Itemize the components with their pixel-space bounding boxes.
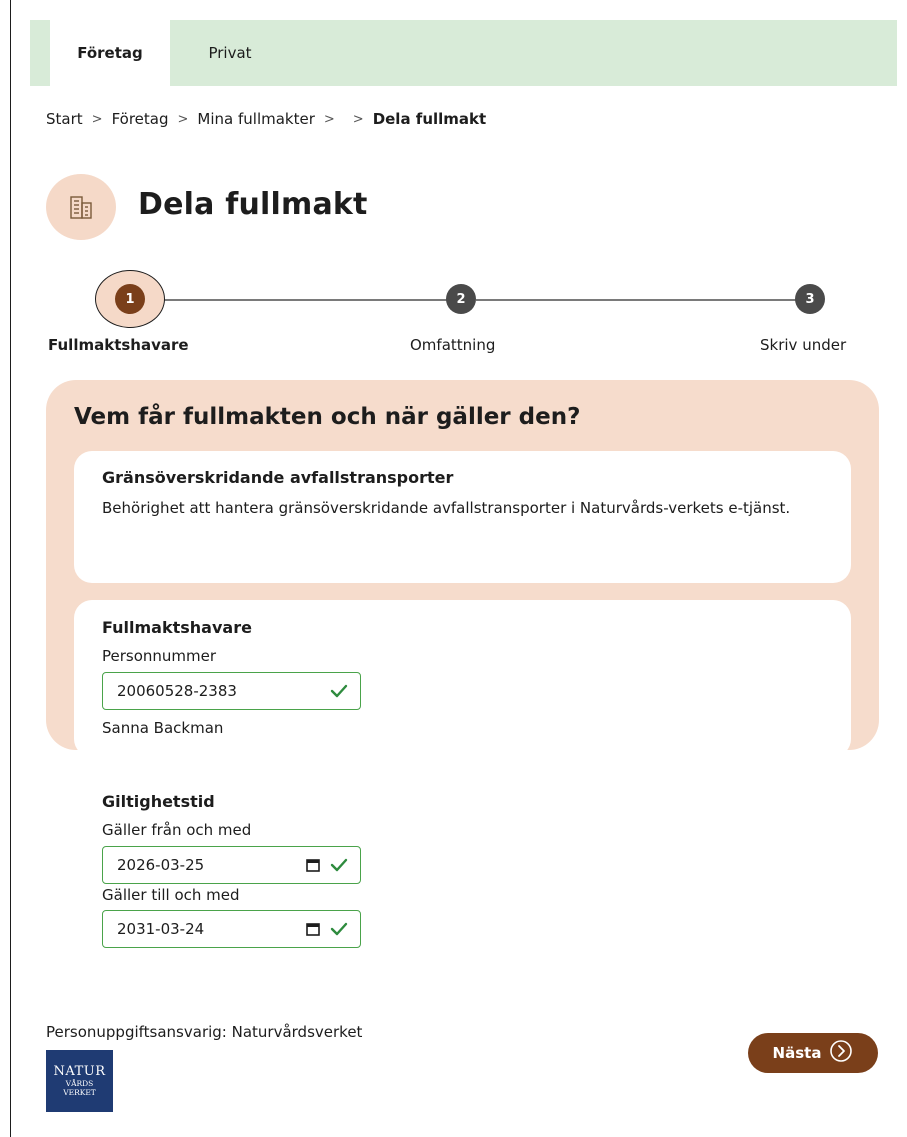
breadcrumb-separator-icon: >: [177, 111, 189, 127]
tab-privat-label: Privat: [208, 44, 252, 62]
tab-foretag-label: Företag: [77, 44, 143, 62]
step-3-label: Skriv under: [760, 336, 847, 354]
valid-to-date-input[interactable]: 2031-03-24: [102, 910, 361, 948]
step-2-circle: 2: [446, 284, 476, 314]
breadcrumb-separator-icon: >: [323, 111, 335, 127]
personnummer-value: 20060528-2383: [117, 682, 237, 700]
step-1-label: Fullmaktshavare: [48, 336, 189, 354]
calendar-icon[interactable]: [306, 922, 320, 936]
step-1-circle: 1: [115, 284, 145, 314]
personnummer-input[interactable]: 20060528-2383: [102, 672, 361, 710]
valid-to-label: Gäller till och med: [102, 886, 240, 904]
breadcrumb-separator-icon: >: [91, 111, 103, 127]
calendar-icon[interactable]: [306, 858, 320, 872]
breadcrumb-current: Dela fullmakt: [372, 110, 487, 128]
breadcrumb-foretag[interactable]: Företag: [112, 110, 169, 128]
valid-to-value: 2031-03-24: [117, 920, 205, 938]
next-button-label: Nästa: [772, 1044, 822, 1062]
naturvardsverket-logo: NATUR VÅRDS VERKET: [46, 1050, 113, 1112]
holder-title: Fullmaktshavare: [102, 618, 252, 637]
valid-from-value: 2026-03-25: [117, 856, 205, 874]
tab-foretag[interactable]: Företag: [50, 20, 170, 86]
validity-title: Giltighetstid: [102, 792, 215, 811]
personnummer-label: Personnummer: [102, 647, 217, 665]
valid-from-label: Gäller från och med: [102, 821, 252, 839]
breadcrumb-separator-icon: >: [352, 111, 364, 127]
stepper-connector: [476, 299, 798, 301]
check-icon: [330, 684, 348, 698]
check-icon: [330, 922, 348, 936]
valid-from-date-input[interactable]: 2026-03-25: [102, 846, 361, 884]
permission-title: Gränsöverskridande avfallstransporter: [102, 468, 454, 487]
breadcrumb-start[interactable]: Start: [46, 110, 83, 128]
top-tab-bar: Företag Privat: [30, 20, 897, 86]
next-button[interactable]: Nästa: [748, 1033, 878, 1073]
step-2-label: Omfattning: [410, 336, 496, 354]
stepper-connector: [160, 299, 450, 301]
permission-description: Behörighet att hantera gränsöverskridand…: [102, 499, 791, 517]
page-title: Dela fullmakt: [138, 187, 368, 222]
form-heading: Vem får fullmakten och när gäller den?: [74, 404, 581, 430]
breadcrumb: Start > Företag > Mina fullmakter > > De…: [46, 110, 486, 128]
data-controller-text: Personuppgiftsansvarig: Naturvårdsverket: [46, 1023, 363, 1041]
tab-privat[interactable]: Privat: [190, 20, 270, 86]
step-3-circle: 3: [795, 284, 825, 314]
check-icon: [330, 858, 348, 872]
breadcrumb-mina-fullmakter[interactable]: Mina fullmakter: [197, 110, 314, 128]
chevron-right-circle-icon: [829, 1039, 853, 1067]
holder-name: Sanna Backman: [102, 719, 224, 737]
building-icon: [46, 174, 116, 240]
